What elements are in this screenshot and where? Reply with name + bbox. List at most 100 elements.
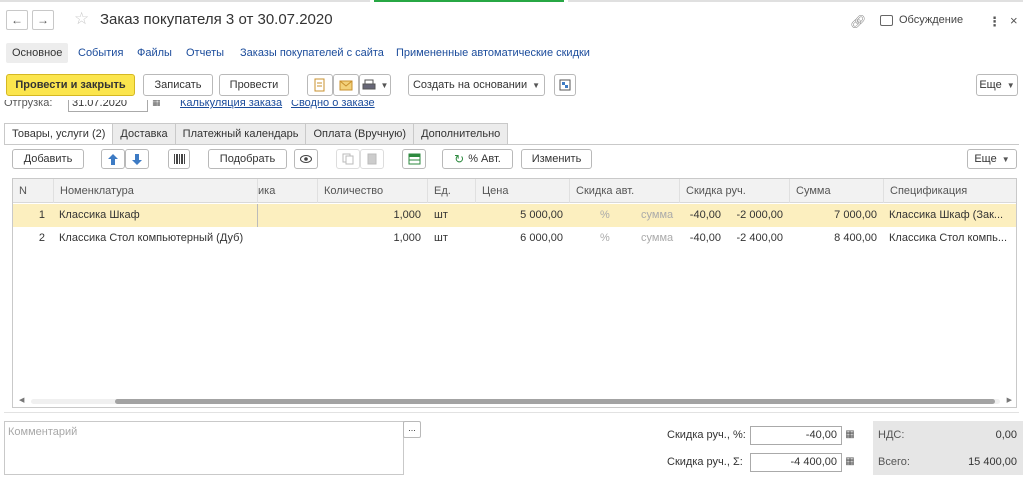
comment-expand-button[interactable]: ...	[403, 421, 421, 438]
paste-icon[interactable]	[360, 149, 384, 169]
create-based-on-label: Создать на основании	[412, 79, 528, 91]
pick-button[interactable]: Подобрать	[208, 149, 287, 169]
printer-icon[interactable]: ▼	[359, 74, 391, 96]
nav-site-orders[interactable]: Заказы покупателей с сайта	[240, 43, 384, 63]
table-row[interactable]: 2 Классика Стол компьютерный (Дуб) 1,000…	[13, 227, 1016, 250]
order-summary-link[interactable]: Сводно о заказе	[291, 100, 375, 109]
tab-strip: Товары, услуги (2) Доставка Платежный ка…	[4, 123, 509, 145]
scroll-right-icon[interactable]: ▶	[1007, 395, 1012, 407]
auto-discount-label: % Авт.	[468, 153, 501, 165]
row-item[interactable]: Классика Стол компьютерный (Дуб)	[59, 227, 255, 250]
row-qty[interactable]: 1,000	[317, 227, 421, 250]
nav-auto-discounts[interactable]: Примененные автоматические скидки	[396, 43, 590, 63]
scroll-left-icon[interactable]: ◀	[19, 395, 24, 407]
save-button[interactable]: Записать	[143, 74, 213, 96]
refresh-icon: ↻	[454, 152, 465, 166]
create-based-on-button[interactable]: Создать на основании ▼	[408, 74, 545, 96]
nav-events[interactable]: События	[78, 43, 123, 63]
goods-table[interactable]: N Номенклатура ика Количество Ед. Цена С…	[12, 178, 1017, 408]
vat-value: 0,00	[995, 429, 1017, 441]
discussion-button[interactable]: Обсуждение	[880, 14, 963, 26]
row-item[interactable]: Классика Шкаф	[59, 204, 255, 227]
shipment-date-field[interactable]: 31.07.2020	[68, 100, 148, 112]
post-button[interactable]: Провести	[219, 74, 289, 96]
scroll-thumb[interactable]	[115, 399, 995, 404]
header-partial[interactable]: ика	[257, 179, 317, 203]
header-sum[interactable]: Сумма	[789, 179, 883, 203]
tab-additional[interactable]: Дополнительно	[413, 123, 509, 144]
row-manual-pct[interactable]: -40,00	[679, 204, 721, 227]
spreadsheet-icon[interactable]	[402, 149, 426, 169]
header-item[interactable]: Номенклатура	[53, 179, 257, 203]
header-manual-discount[interactable]: Скидка руч.	[679, 179, 789, 203]
discussion-label: Обсуждение	[899, 14, 964, 26]
row-auto-sum: сумма	[641, 232, 674, 244]
mail-icon[interactable]	[333, 74, 359, 96]
comment-field[interactable]: Комментарий	[4, 421, 404, 475]
row-qty[interactable]: 1,000	[317, 204, 421, 227]
favorite-star-icon[interactable]: ☆	[74, 10, 89, 28]
copy-icon[interactable]	[336, 149, 360, 169]
nav-reports[interactable]: Отчеты	[186, 43, 224, 63]
auto-discount-button[interactable]: ↻% Авт.	[442, 149, 513, 169]
row-number: 2	[38, 232, 45, 244]
calendar-icon[interactable]: ▦	[152, 100, 161, 108]
row-sum[interactable]: 7 000,00	[789, 204, 877, 227]
tab-payment-manual[interactable]: Оплата (Вручную)	[305, 123, 415, 144]
eye-icon[interactable]	[294, 149, 318, 169]
window-top-accent	[0, 0, 1023, 3]
row-manual-sum[interactable]: -2 000,00	[725, 204, 783, 227]
row-spec[interactable]: Классика Шкаф (Зак...	[889, 204, 1016, 227]
row-number: 1	[38, 209, 45, 221]
nav-files[interactable]: Файлы	[137, 43, 172, 63]
manual-discount-pct-field[interactable]: -40,00	[750, 426, 842, 445]
row-unit[interactable]: шт	[434, 227, 474, 250]
barcode-icon[interactable]	[168, 149, 190, 169]
header-spec[interactable]: Спецификация	[883, 179, 1016, 203]
tab-goods-services[interactable]: Товары, услуги (2)	[4, 123, 114, 145]
move-up-icon[interactable]	[101, 149, 125, 169]
back-arrow-icon[interactable]: ←	[6, 10, 28, 30]
vat-label: НДС:	[878, 429, 905, 441]
header-unit[interactable]: Ед.	[427, 179, 475, 203]
change-button[interactable]: Изменить	[521, 149, 592, 169]
forward-arrow-icon[interactable]: →	[32, 10, 54, 30]
header-auto-discount[interactable]: Скидка авт.	[569, 179, 679, 203]
chevron-down-icon: ▼	[1001, 154, 1010, 164]
move-down-icon[interactable]	[125, 149, 149, 169]
row-price[interactable]: 6 000,00	[475, 227, 563, 250]
calculator-icon[interactable]: ▦	[843, 426, 857, 445]
add-row-button[interactable]: Добавить	[12, 149, 84, 169]
order-calculation-link[interactable]: Калькуляция заказа	[180, 100, 282, 109]
post-and-close-button[interactable]: Провести и закрыть	[6, 74, 135, 96]
row-auto-pct: %	[600, 209, 610, 221]
table-more-button[interactable]: Еще ▼	[967, 149, 1017, 169]
header-price[interactable]: Цена	[475, 179, 569, 203]
link-icon[interactable]: 🔗︎	[850, 14, 867, 30]
document-print-icon[interactable]	[307, 74, 333, 96]
row-spec[interactable]: Классика Стол компь...	[889, 227, 1016, 250]
total-label: Всего:	[878, 456, 910, 468]
nav-main[interactable]: Основное	[6, 43, 69, 63]
tab-delivery[interactable]: Доставка	[112, 123, 176, 144]
manual-discount-sum-field[interactable]: -4 400,00	[750, 453, 842, 472]
row-price[interactable]: 5 000,00	[475, 204, 563, 227]
tab-payment-calendar[interactable]: Платежный календарь	[174, 123, 307, 144]
header-n[interactable]: N	[13, 179, 53, 203]
more-vertical-icon[interactable]: ⋮	[988, 14, 1001, 30]
close-icon[interactable]: ×	[1010, 13, 1018, 28]
calculator-icon[interactable]: ▦	[843, 453, 857, 472]
row-manual-sum[interactable]: -2 400,00	[725, 227, 783, 250]
table-toolbar: Добавить Подобрать ↻% Авт. Изменить Еще ▼	[0, 149, 1023, 173]
more-button[interactable]: Еще ▼	[976, 74, 1018, 96]
table-row[interactable]: 1 Классика Шкаф 1,000 шт 5 000,00 % сумм…	[13, 204, 1016, 227]
row-manual-pct[interactable]: -40,00	[679, 227, 721, 250]
header-qty[interactable]: Количество	[317, 179, 427, 203]
horizontal-scrollbar[interactable]: ◀ ▶	[13, 395, 1016, 407]
title-bar: ← → ☆ Заказ покупателя 3 от 30.07.2020 🔗…	[0, 4, 1023, 38]
total-value: 15 400,00	[968, 456, 1017, 468]
row-unit[interactable]: шт	[434, 204, 474, 227]
form-navigation: Основное События Файлы Отчеты Заказы пок…	[0, 38, 1023, 66]
row-sum[interactable]: 8 400,00	[789, 227, 877, 250]
structure-icon[interactable]	[554, 74, 576, 96]
